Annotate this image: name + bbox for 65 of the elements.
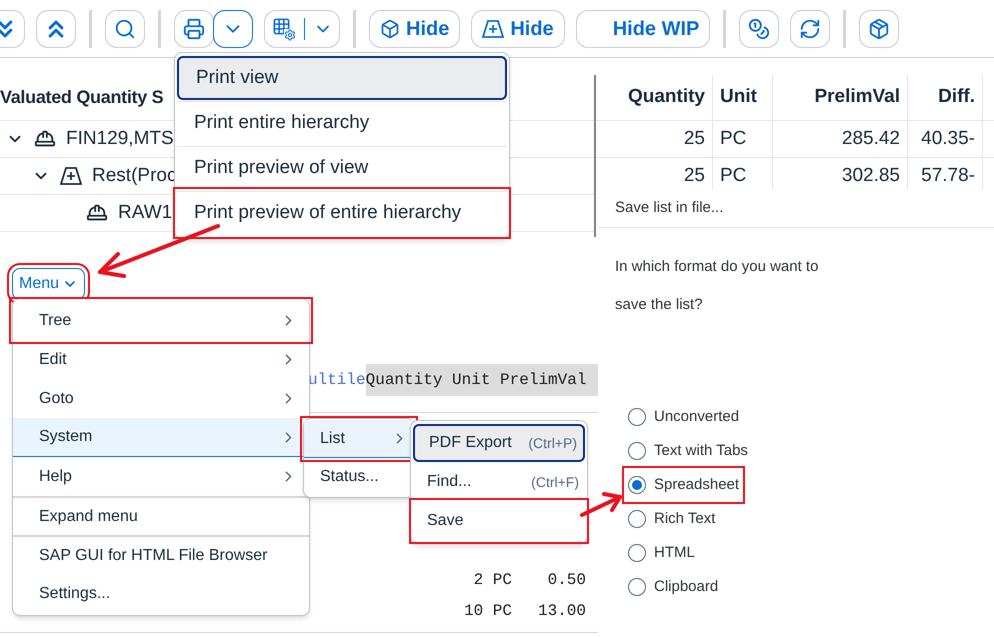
refresh-icon [799,18,822,40]
toolbar-button[interactable] [174,10,214,48]
coins-icon [748,18,770,40]
grid-gear-icon [272,16,296,40]
radio-button[interactable] [628,476,646,494]
dropdown-button[interactable] [213,10,253,48]
toolbar-button[interactable] [36,10,76,48]
cube-icon [380,18,400,38]
table-cell: 25 [596,121,713,157]
table-settings-button[interactable] [264,10,340,48]
toolbar-button[interactable] [790,10,830,48]
radio-option[interactable]: HTML [628,536,695,570]
table-cell: 285.42 [773,121,908,157]
tree-node-label[interactable]: RAW1 [118,198,172,228]
radio-button[interactable] [628,510,646,528]
column-header: Diff. [908,75,983,120]
column-header: Quantity [596,75,713,120]
hide-button[interactable]: Hide [369,10,460,48]
column-header: Unit [713,75,773,120]
hide-button[interactable]: Hide [471,10,565,48]
menu-item[interactable]: Edit [13,340,309,379]
column-header: Valuated Quantity S [0,86,164,109]
radio-button[interactable] [628,544,646,562]
tree-node-label[interactable]: FIN129,MTS [66,124,174,154]
radio-option[interactable]: Rich Text [628,502,716,536]
radio-button[interactable] [628,578,646,596]
code-text: Quantity Unit PrelimVal [366,364,598,396]
list-cell-text: 10 PC [462,600,512,622]
menu-item[interactable]: System [13,418,309,457]
tree-node-label[interactable]: Rest(Proc [92,162,176,190]
dialog-title: Save list in file... [615,198,724,218]
menu-item[interactable]: Tree [13,301,309,340]
dialog-question: In which format do you want to save the list? [615,257,820,315]
table-cell: 40.35- [908,121,983,157]
package-icon [868,18,890,40]
radio-option[interactable]: Clipboard [628,570,718,604]
hide-button[interactable]: Hide WIP [576,10,710,48]
menu-item[interactable]: SAP GUI for HTML File Browser [13,535,309,574]
menu-item[interactable]: Find... (Ctrl+F) [413,463,585,501]
menu-item[interactable]: Print preview of view [177,146,507,190]
search-icon [114,18,136,40]
column-header: PrelimVal [773,75,908,120]
menu-item[interactable]: Expand menu [13,496,309,535]
table-cell: PC [713,121,773,157]
menu-item[interactable]: PDF Export (Ctrl+P) [413,424,585,462]
toolbar-button[interactable] [859,10,900,48]
trapezoid-plus-icon [482,18,504,38]
radio-option[interactable]: Text with Tabs [628,434,748,468]
radio-button[interactable] [628,442,646,460]
code-text: ultile [308,370,366,391]
list-cell-text: 13.00 [536,600,587,622]
radio-button[interactable] [628,408,646,426]
list-cell-text: 2 PC [472,570,512,590]
radio-option[interactable]: Spreadsheet [624,468,744,502]
list-cell-text: 0.50 [546,570,587,590]
trapezoid-plus-icon [60,166,82,186]
printer-icon [183,18,205,40]
menu-item[interactable]: Print view [177,56,507,100]
menu-item[interactable]: Settings... [13,574,309,613]
menu-item[interactable]: Print entire hierarchy [177,101,507,145]
menu-item[interactable]: Goto [13,379,309,418]
annotation-arrow [580,492,622,517]
toolbar-button[interactable] [105,10,145,48]
toolbar-button[interactable] [739,10,780,48]
radio-option[interactable]: Unconverted [628,400,740,434]
